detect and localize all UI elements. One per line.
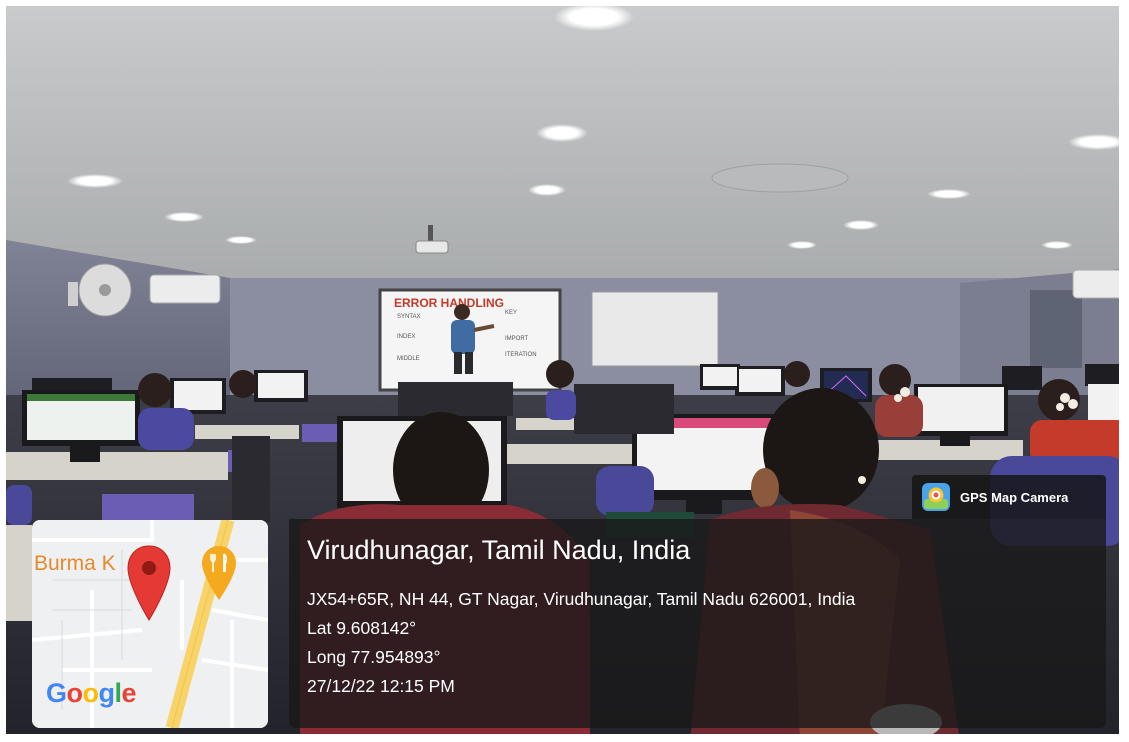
gps-map-camera-badge: GPS Map Camera xyxy=(912,475,1106,519)
svg-text:IMPORT: IMPORT xyxy=(505,336,529,342)
latitude-line: Lat 9.608142° xyxy=(307,618,417,638)
map-pin-icon xyxy=(127,545,171,621)
svg-text:SYNTAX: SYNTAX xyxy=(397,314,421,320)
svg-text:MIDDLE: MIDDLE xyxy=(397,356,420,362)
google-logo: Google xyxy=(46,678,137,708)
restaurant-fork-knife-icon xyxy=(202,546,236,600)
svg-text:INDEX: INDEX xyxy=(397,334,415,340)
longitude-line: Long 77.954893° xyxy=(307,647,441,667)
svg-text:KEY: KEY xyxy=(505,310,517,316)
slide-title: ERROR HANDLING xyxy=(394,296,504,310)
svg-text:ITERATION: ITERATION xyxy=(505,352,537,358)
city-line: Virudhunagar, Tamil Nadu, India xyxy=(307,535,691,565)
location-info-panel: Virudhunagar, Tamil Nadu, India JX54+65R… xyxy=(289,519,1106,728)
datetime-line: 27/12/22 12:15 PM xyxy=(307,676,455,696)
photo-frame: ERROR HANDLING SYNTAX INDEX MIDDLE KEY I… xyxy=(0,0,1129,742)
gps-app-name: GPS Map Camera xyxy=(960,489,1069,505)
camera-location-icon xyxy=(922,483,950,511)
address-line: JX54+65R, NH 44, GT Nagar, Virudhunagar,… xyxy=(307,589,856,609)
map-thumbnail: Burma Ki Google xyxy=(32,520,268,728)
